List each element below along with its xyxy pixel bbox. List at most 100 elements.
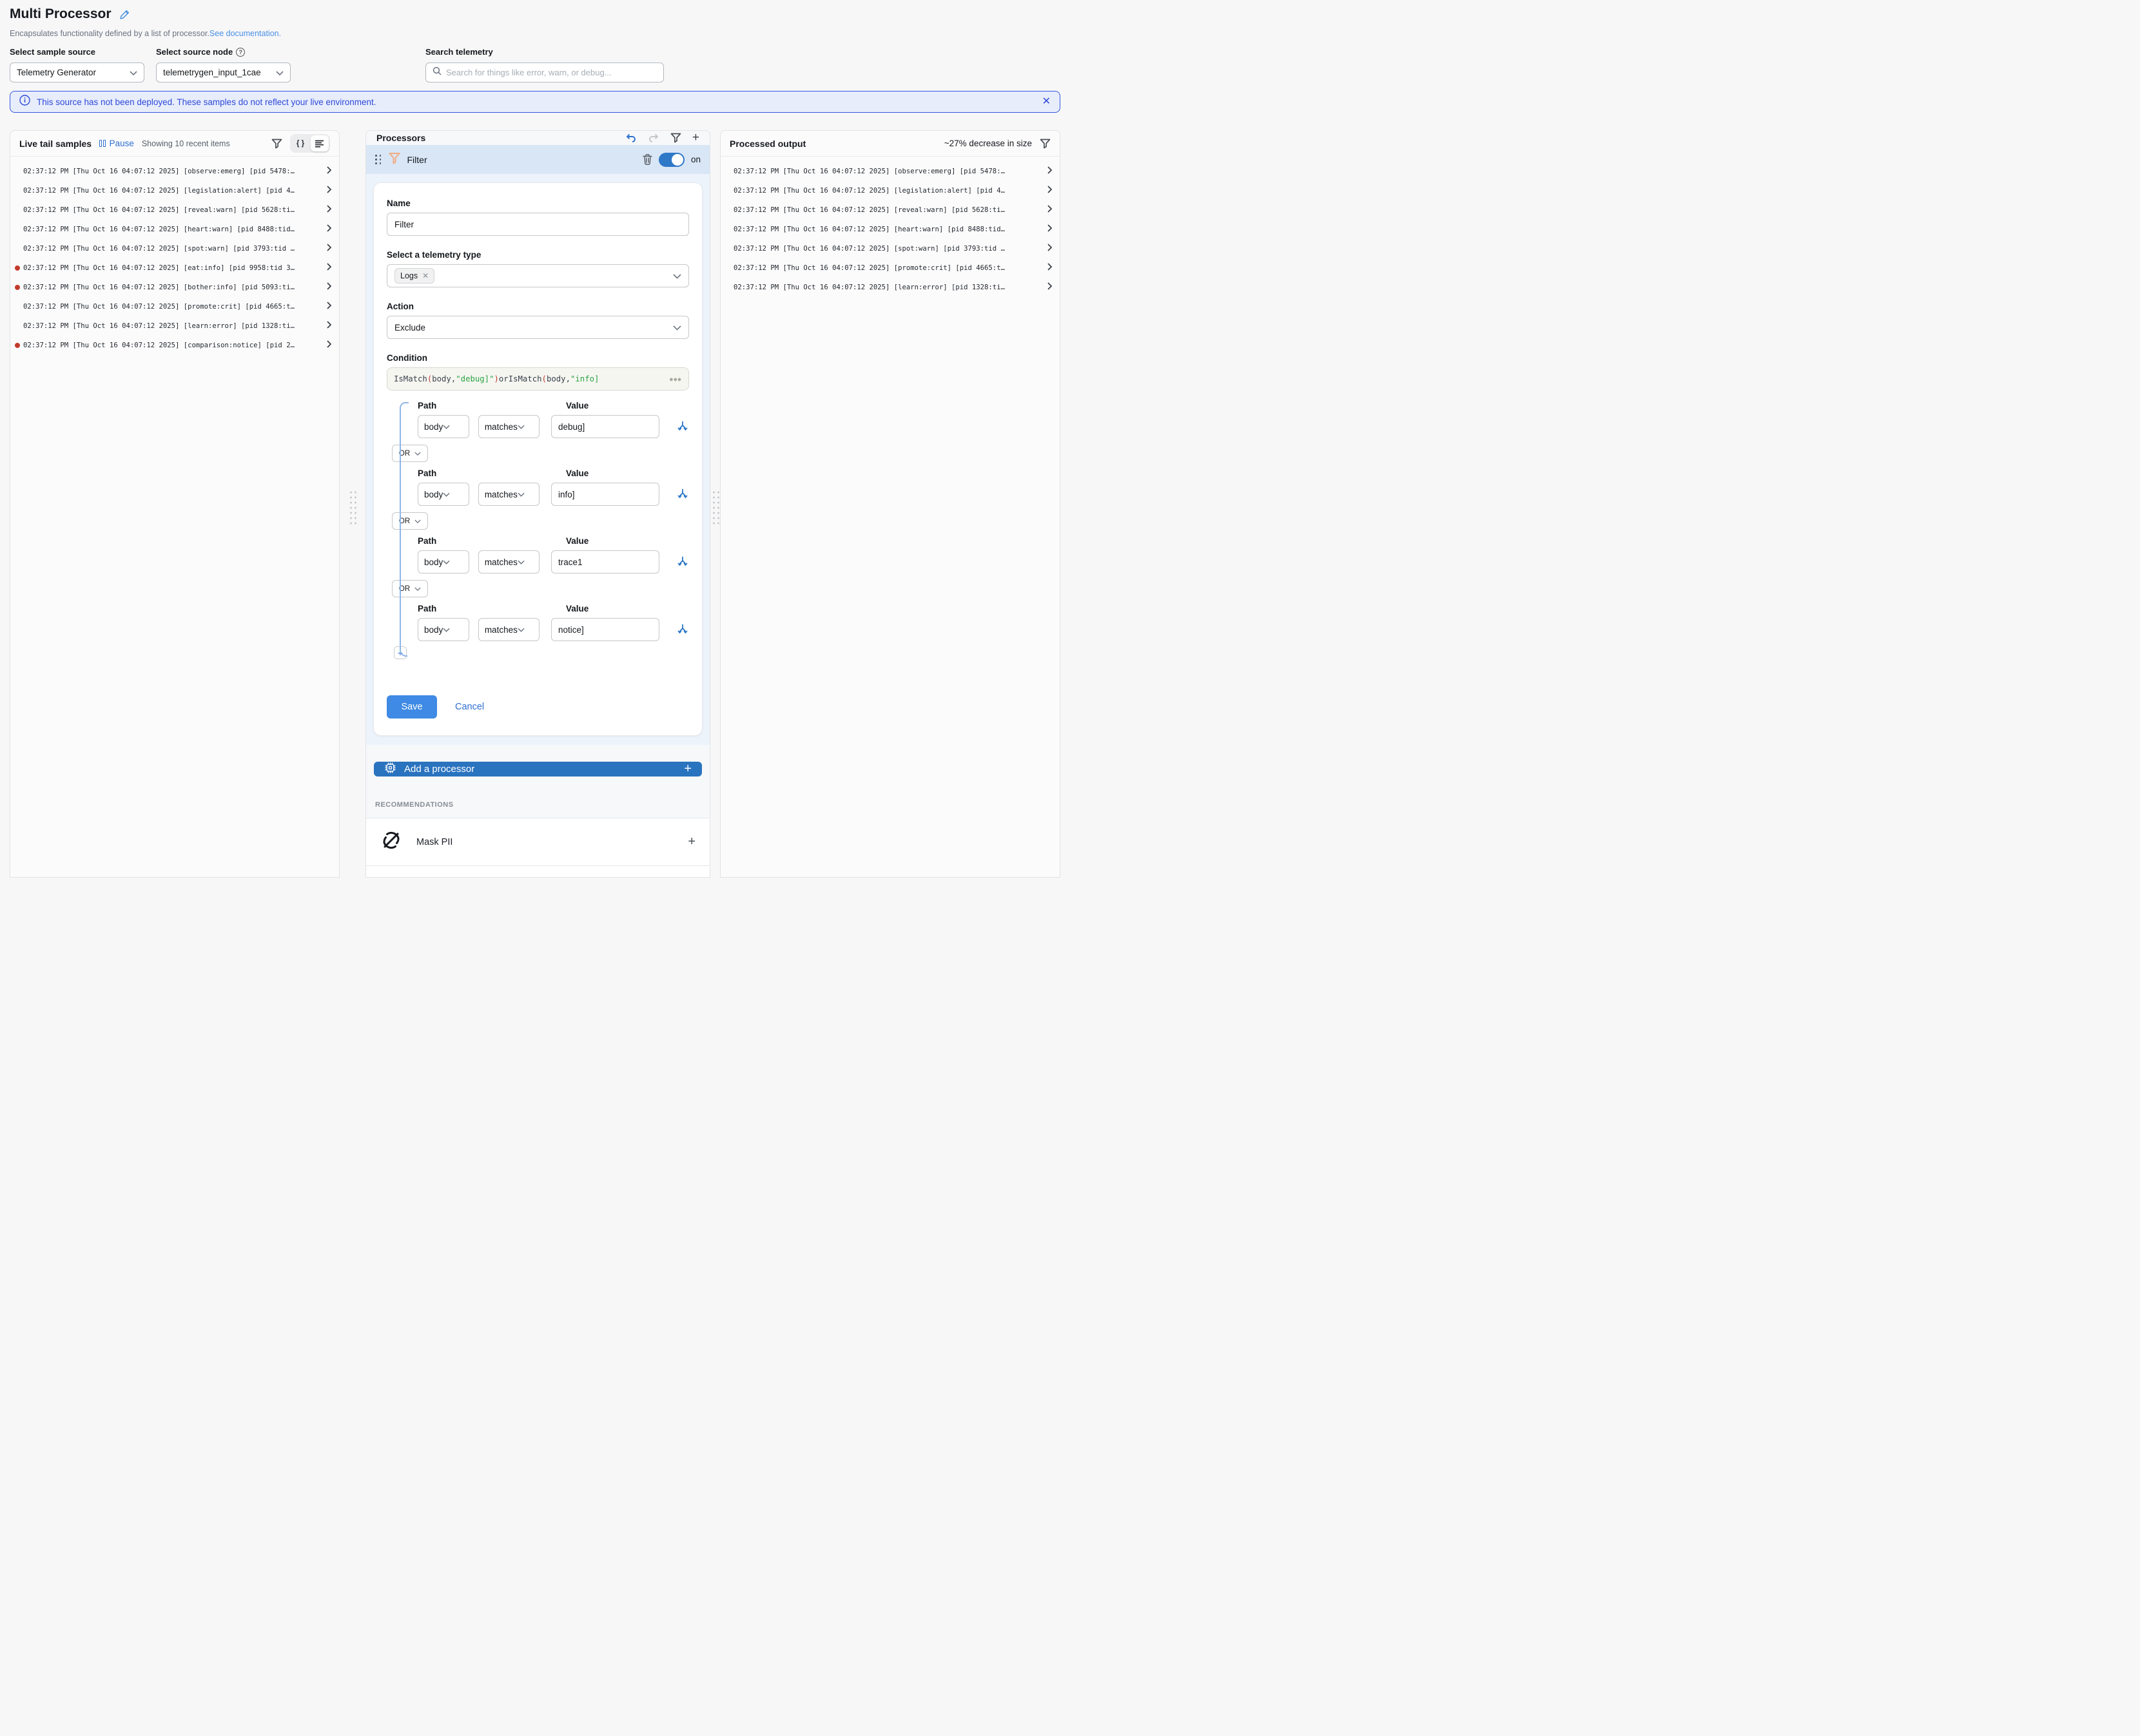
processor-on-toggle[interactable]: [659, 153, 685, 167]
branch-condition-icon[interactable]: [676, 555, 689, 568]
redo-icon[interactable]: [648, 133, 659, 143]
operator-select[interactable]: matches: [478, 550, 540, 574]
drag-handle-icon[interactable]: [375, 155, 382, 164]
branch-condition-icon[interactable]: [676, 420, 689, 433]
condition-group: PathValue body matches: [418, 468, 689, 506]
resize-handle[interactable]: [349, 490, 356, 527]
log-row[interactable]: 02:37:12 PM [Thu Oct 16 04:07:12 2025] […: [10, 181, 339, 200]
chevron-right-icon[interactable]: [1047, 204, 1052, 216]
condition-tree-line: [400, 402, 409, 642]
log-row[interactable]: 02:37:12 PM [Thu Oct 16 04:07:12 2025] […: [10, 297, 339, 316]
name-label: Name: [387, 198, 689, 208]
branch-condition-icon[interactable]: [676, 623, 689, 636]
code-paren: (: [427, 374, 432, 383]
or-operator-select[interactable]: OR: [392, 512, 428, 530]
filter-samples-icon[interactable]: [271, 139, 282, 149]
filter-output-icon[interactable]: [1040, 139, 1051, 149]
value-input[interactable]: [551, 415, 659, 438]
log-row[interactable]: 02:37:12 PM [Thu Oct 16 04:07:12 2025] […: [10, 239, 339, 258]
save-button[interactable]: Save: [387, 695, 437, 719]
chevron-right-icon[interactable]: [327, 340, 331, 351]
log-row[interactable]: 02:37:12 PM [Thu Oct 16 04:07:12 2025] […: [10, 200, 339, 220]
action-select[interactable]: Exclude: [387, 316, 689, 339]
json-view-button[interactable]: { }: [291, 135, 309, 151]
close-icon[interactable]: ✕: [1042, 97, 1051, 107]
filter-processors-icon[interactable]: [670, 133, 681, 143]
sample-source-label: Select sample source: [10, 47, 144, 57]
telemetry-type-select[interactable]: Logs ✕: [387, 264, 689, 287]
log-row[interactable]: 02:37:12 PM [Thu Oct 16 04:07:12 2025] […: [721, 162, 1060, 181]
help-icon[interactable]: ?: [236, 48, 245, 57]
recommendation-mask-pii[interactable]: Mask PII +: [366, 818, 710, 866]
chevron-right-icon[interactable]: [1047, 262, 1052, 274]
log-text: 02:37:12 PM [Thu Oct 16 04:07:12 2025] […: [23, 187, 327, 195]
undo-icon[interactable]: [625, 133, 637, 143]
chevron-right-icon[interactable]: [1047, 224, 1052, 235]
log-text: 02:37:12 PM [Thu Oct 16 04:07:12 2025] […: [734, 245, 1047, 253]
code-paren: (: [542, 374, 547, 383]
add-processor-label: Add a processor: [404, 764, 474, 775]
chevron-right-icon[interactable]: [327, 166, 331, 177]
value-input[interactable]: [551, 550, 659, 574]
chevron-right-icon[interactable]: [1047, 243, 1052, 255]
chevron-right-icon[interactable]: [1047, 185, 1052, 197]
chevron-right-icon[interactable]: [327, 224, 331, 235]
sample-source-select[interactable]: Telemetry Generator: [10, 63, 144, 82]
chevron-right-icon[interactable]: [327, 301, 331, 313]
see-documentation-link[interactable]: See documentation.: [209, 29, 281, 38]
log-row[interactable]: 02:37:12 PM [Thu Oct 16 04:07:12 2025] […: [10, 220, 339, 239]
log-row[interactable]: 02:37:12 PM [Thu Oct 16 04:07:12 2025] […: [10, 316, 339, 336]
source-node-select[interactable]: telemetrygen_input_1cae: [156, 63, 291, 82]
log-row[interactable]: 02:37:12 PM [Thu Oct 16 04:07:12 2025] […: [10, 258, 339, 278]
name-field-wrap: [387, 213, 689, 236]
value-input[interactable]: [551, 483, 659, 506]
remove-chip-icon[interactable]: ✕: [422, 271, 429, 280]
add-recommendation-icon[interactable]: +: [688, 834, 696, 849]
list-view-button[interactable]: [311, 135, 329, 151]
chevron-right-icon[interactable]: [327, 185, 331, 197]
or-operator-select[interactable]: OR: [392, 445, 428, 462]
page-subtitle: Encapsulates functionality defined by a …: [10, 29, 1060, 38]
chevron-right-icon[interactable]: [327, 262, 331, 274]
path-select[interactable]: body: [418, 550, 469, 574]
log-row[interactable]: 02:37:12 PM [Thu Oct 16 04:07:12 2025] […: [721, 220, 1060, 239]
operator-select[interactable]: matches: [478, 618, 540, 641]
chevron-right-icon[interactable]: [327, 243, 331, 255]
log-row[interactable]: 02:37:12 PM [Thu Oct 16 04:07:12 2025] […: [721, 278, 1060, 297]
log-row[interactable]: 02:37:12 PM [Thu Oct 16 04:07:12 2025] […: [721, 258, 1060, 278]
add-a-processor-button[interactable]: Add a processor +: [374, 762, 702, 776]
chevron-right-icon[interactable]: [1047, 282, 1052, 293]
branch-condition-icon[interactable]: [676, 488, 689, 501]
resize-handle[interactable]: [712, 490, 719, 527]
trash-icon[interactable]: [643, 154, 652, 165]
condition-group: PathValue body matches: [418, 604, 689, 641]
search-input[interactable]: [446, 68, 657, 77]
chevron-right-icon[interactable]: [1047, 166, 1052, 177]
condition-expression[interactable]: IsMatch(body, "debug]") or IsMatch(body,…: [387, 367, 689, 391]
value-input[interactable]: [551, 618, 659, 641]
cancel-button[interactable]: Cancel: [455, 702, 484, 712]
filter-processor-row[interactable]: Filter on: [366, 145, 710, 174]
or-operator-select[interactable]: OR: [392, 580, 428, 597]
pause-button[interactable]: Pause: [99, 139, 134, 148]
recommendation-log-to-pattern[interactable]: Log to Pattern +: [366, 866, 710, 878]
path-select[interactable]: body: [418, 618, 469, 641]
path-select[interactable]: body: [418, 483, 469, 506]
chevron-right-icon[interactable]: [327, 282, 331, 293]
log-row[interactable]: 02:37:12 PM [Thu Oct 16 04:07:12 2025] […: [10, 162, 339, 181]
log-row[interactable]: 02:37:12 PM [Thu Oct 16 04:07:12 2025] […: [721, 181, 1060, 200]
log-row[interactable]: 02:37:12 PM [Thu Oct 16 04:07:12 2025] […: [721, 239, 1060, 258]
log-row[interactable]: 02:37:12 PM [Thu Oct 16 04:07:12 2025] […: [10, 278, 339, 297]
ellipsis-icon[interactable]: ●●●: [670, 376, 682, 382]
operator-select[interactable]: matches: [478, 483, 540, 506]
chevron-right-icon[interactable]: [327, 204, 331, 216]
log-row[interactable]: 02:37:12 PM [Thu Oct 16 04:07:12 2025] […: [10, 336, 339, 355]
chevron-right-icon[interactable]: [327, 320, 331, 332]
path-select[interactable]: body: [418, 415, 469, 438]
edit-title-icon[interactable]: [119, 9, 130, 20]
name-field[interactable]: [394, 220, 681, 229]
add-processor-icon[interactable]: +: [692, 131, 699, 145]
log-row[interactable]: 02:37:12 PM [Thu Oct 16 04:07:12 2025] […: [721, 200, 1060, 220]
operator-value: matches: [485, 557, 518, 567]
operator-select[interactable]: matches: [478, 415, 540, 438]
